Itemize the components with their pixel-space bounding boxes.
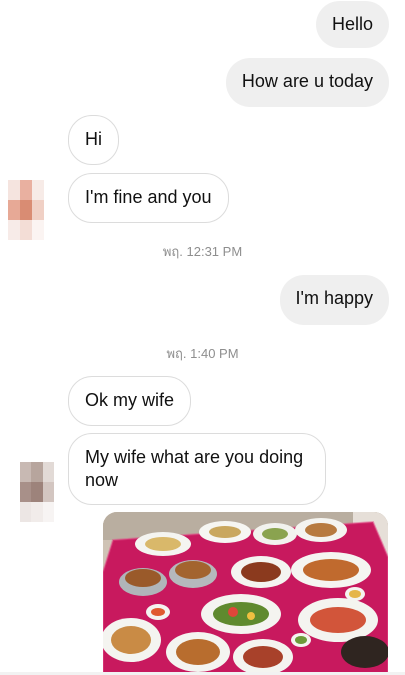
message-incoming-ok-wife[interactable]: Ok my wife bbox=[68, 376, 192, 426]
message-incoming-hi[interactable]: Hi bbox=[68, 115, 119, 165]
message-text: Hi bbox=[85, 129, 102, 149]
message-outgoing-hello[interactable]: Hello bbox=[315, 1, 389, 48]
message-text: I'm fine and you bbox=[85, 187, 212, 207]
message-text: Ok my wife bbox=[85, 390, 175, 410]
message-text: How are u today bbox=[241, 71, 373, 91]
message-incoming-wife-doing[interactable]: My wife what are you doing now bbox=[68, 433, 326, 505]
message-text: I'm happy bbox=[295, 288, 373, 308]
contact-avatar[interactable] bbox=[8, 180, 44, 240]
message-text: Hello bbox=[331, 14, 373, 34]
food-photo-icon bbox=[103, 512, 388, 675]
food-photo-attachment[interactable] bbox=[103, 512, 388, 675]
message-outgoing-happy[interactable]: I'm happy bbox=[279, 275, 389, 325]
message-incoming-fine[interactable]: I'm fine and you bbox=[68, 173, 229, 223]
message-text: My wife what are you doing now bbox=[85, 447, 304, 490]
contact-avatar[interactable] bbox=[20, 462, 54, 522]
timestamp: พฤ. 12:31 PM bbox=[162, 244, 243, 259]
message-outgoing-how-are-u[interactable]: How are u today bbox=[225, 58, 389, 107]
timestamp: พฤ. 1:40 PM bbox=[166, 346, 239, 361]
